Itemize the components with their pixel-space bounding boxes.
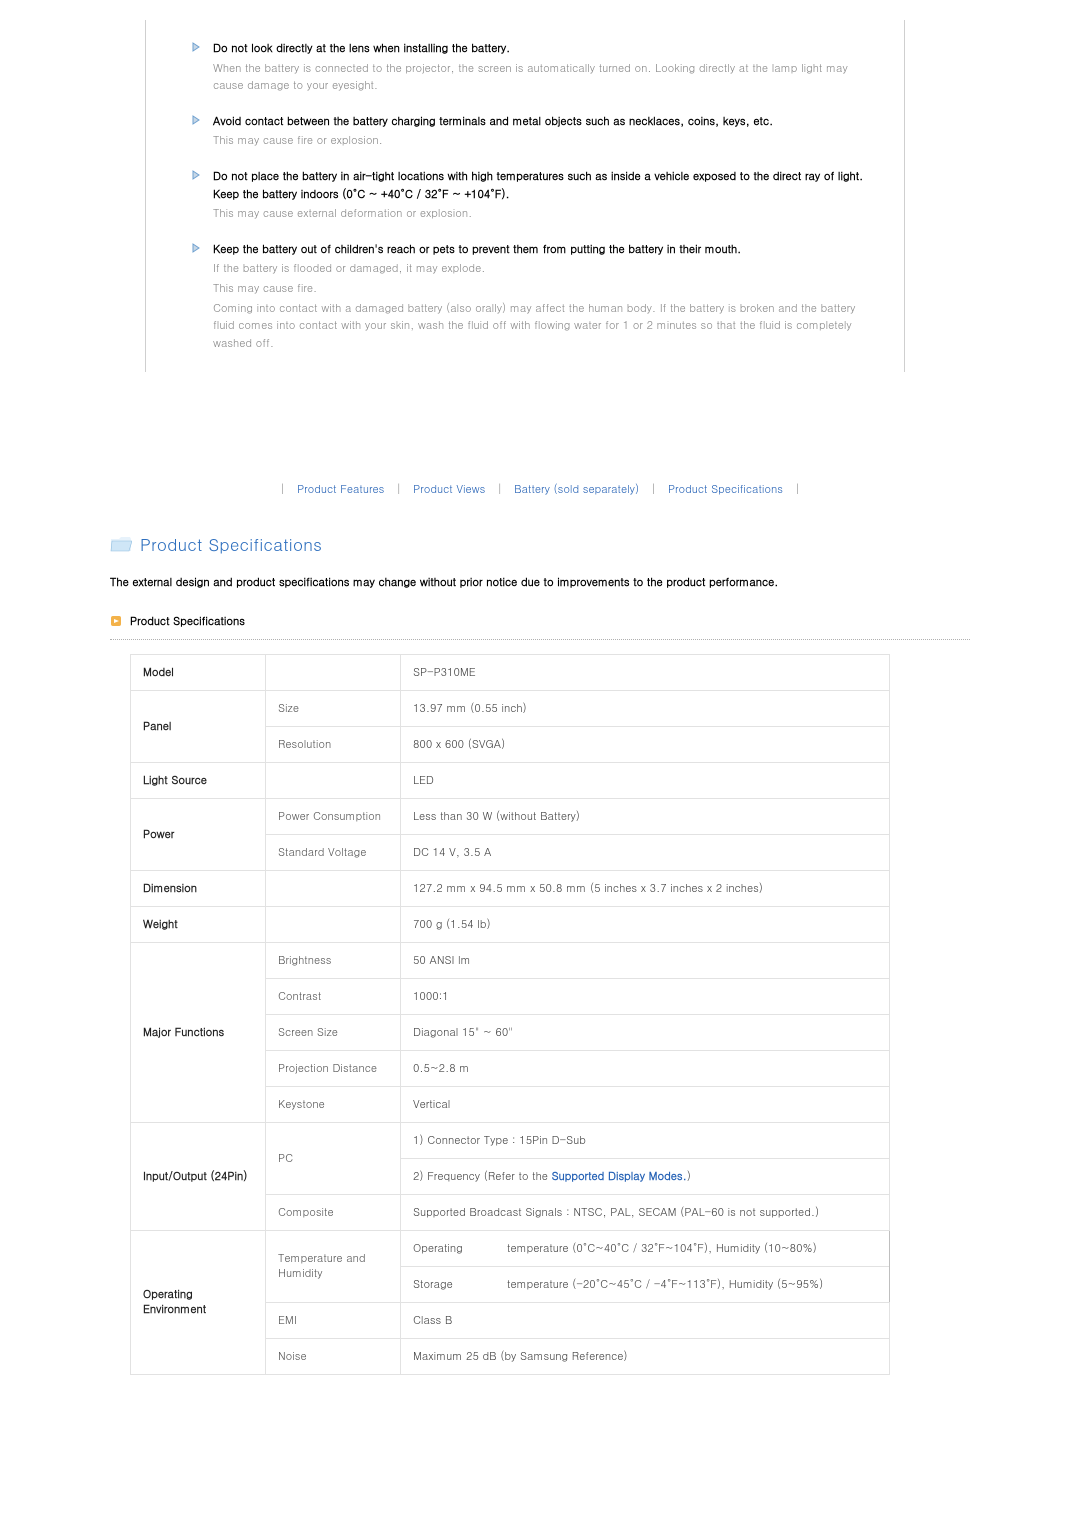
spec-value: DC 14 V, 3.5 A bbox=[401, 834, 890, 870]
nav-link-views[interactable]: Product Views bbox=[413, 482, 485, 497]
spec-subheader: Resolution bbox=[266, 726, 401, 762]
spec-value: Supported Broadcast Signals : NTSC, PAL,… bbox=[401, 1194, 890, 1230]
spec-value: 2) Frequency (Refer to the Supported Dis… bbox=[401, 1158, 890, 1194]
safety-item: Avoid contact between the battery chargi… bbox=[191, 113, 869, 150]
spec-row-header: Power bbox=[131, 798, 266, 870]
spec-subheader: Keystone bbox=[266, 1086, 401, 1122]
safety-desc: If the battery is flooded or damaged, it… bbox=[213, 260, 869, 278]
spec-value: 50 ANSI lm bbox=[401, 942, 890, 978]
divider bbox=[110, 639, 970, 640]
spec-value: 1000:1 bbox=[401, 978, 890, 1014]
spec-subheader: Temperature and Humidity bbox=[266, 1230, 401, 1302]
env-label: Storage bbox=[401, 1266, 495, 1302]
safety-item: Do not look directly at the lens when in… bbox=[191, 40, 869, 95]
folder-icon bbox=[110, 535, 132, 553]
table-row: Operating Environment Temperature and Hu… bbox=[131, 1230, 890, 1302]
table-row: Power Power Consumption Less than 30 W (… bbox=[131, 798, 890, 834]
spec-subheader: PC bbox=[266, 1122, 401, 1194]
section-nav: | Product Features | Product Views | Bat… bbox=[110, 482, 970, 497]
safety-warnings-box: Do not look directly at the lens when in… bbox=[145, 20, 905, 372]
spec-row-header: Weight bbox=[131, 906, 266, 942]
safety-title: Do not place the battery in air-tight lo… bbox=[213, 168, 869, 203]
spec-subheader: Contrast bbox=[266, 978, 401, 1014]
safety-title: Do not look directly at the lens when in… bbox=[213, 40, 869, 58]
table-row: Input/Output (24Pin) PC 1) Connector Typ… bbox=[131, 1122, 890, 1158]
nav-link-battery[interactable]: Battery (sold separately) bbox=[514, 482, 639, 497]
spec-row-header: Major Functions bbox=[131, 942, 266, 1122]
supported-modes-link[interactable]: Supported Display Modes. bbox=[552, 1169, 687, 1184]
section-header: Product Specifications bbox=[110, 532, 970, 556]
spec-subheader: Projection Distance bbox=[266, 1050, 401, 1086]
intro-note: The external design and product specific… bbox=[110, 574, 970, 592]
spec-value: 700 g (1.54 lb) bbox=[401, 906, 890, 942]
spec-value: SP-P310ME bbox=[401, 654, 890, 690]
spec-subheader: Power Consumption bbox=[266, 798, 401, 834]
subheader-text: Product Specifications bbox=[130, 614, 245, 629]
section-title: Product Specifications bbox=[140, 532, 322, 556]
safety-desc: This may cause fire or explosion. bbox=[213, 132, 773, 150]
safety-desc: When the battery is connected to the pro… bbox=[213, 60, 869, 95]
spec-row-header: Model bbox=[131, 654, 266, 690]
safety-item: Do not place the battery in air-tight lo… bbox=[191, 168, 869, 223]
env-value: temperature (0°C~40°C / 32°F~104°F), Hum… bbox=[495, 1231, 889, 1267]
table-row: Major Functions Brightness 50 ANSI lm bbox=[131, 942, 890, 978]
spec-value: 127.2 mm x 94.5 mm x 50.8 mm (5 inches x… bbox=[401, 870, 890, 906]
spec-subheader: Noise bbox=[266, 1338, 401, 1374]
spec-subheader: Standard Voltage bbox=[266, 834, 401, 870]
spec-value: 13.97 mm (0.55 inch) bbox=[401, 690, 890, 726]
spec-value: 1) Connector Type : 15Pin D-Sub bbox=[401, 1122, 890, 1158]
safety-title: Keep the battery out of children's reach… bbox=[213, 241, 869, 259]
spec-value: Class B bbox=[401, 1302, 890, 1338]
safety-desc: Coming into contact with a damaged batte… bbox=[213, 300, 869, 353]
spec-value: Vertical bbox=[401, 1086, 890, 1122]
spec-subheader: Size bbox=[266, 690, 401, 726]
spec-table: Model SP-P310ME Panel Size 13.97 mm (0.5… bbox=[130, 654, 890, 1375]
nav-link-specs[interactable]: Product Specifications bbox=[668, 482, 783, 497]
spec-row-header: Light Source bbox=[131, 762, 266, 798]
safety-item: Keep the battery out of children's reach… bbox=[191, 241, 869, 353]
spec-value: Maximum 25 dB (by Samsung Reference) bbox=[401, 1338, 890, 1374]
spec-subheader: EMI bbox=[266, 1302, 401, 1338]
spec-row-header: Dimension bbox=[131, 870, 266, 906]
bullet-arrow-icon bbox=[191, 42, 201, 95]
safety-title: Avoid contact between the battery chargi… bbox=[213, 113, 773, 131]
spec-value: 0.5~2.8 m bbox=[401, 1050, 890, 1086]
spec-subheader: Screen Size bbox=[266, 1014, 401, 1050]
spec-row-header: Input/Output (24Pin) bbox=[131, 1122, 266, 1230]
table-row: Weight 700 g (1.54 lb) bbox=[131, 906, 890, 942]
spec-subheader: Brightness bbox=[266, 942, 401, 978]
table-row: Panel Size 13.97 mm (0.55 inch) bbox=[131, 690, 890, 726]
subheader: Product Specifications bbox=[110, 614, 970, 629]
table-row: Model SP-P310ME bbox=[131, 654, 890, 690]
spec-subheader: Composite bbox=[266, 1194, 401, 1230]
safety-desc: This may cause external deformation or e… bbox=[213, 205, 869, 223]
bullet-arrow-icon bbox=[191, 170, 201, 223]
env-inner-table: Operating temperature (0°C~40°C / 32°F~1… bbox=[401, 1231, 889, 1302]
nav-link-features[interactable]: Product Features bbox=[297, 482, 384, 497]
table-row: Light Source LED bbox=[131, 762, 890, 798]
spec-value: Diagonal 15" ~ 60" bbox=[401, 1014, 890, 1050]
spec-value: Less than 30 W (without Battery) bbox=[401, 798, 890, 834]
bullet-arrow-icon bbox=[191, 115, 201, 150]
safety-desc: This may cause fire. bbox=[213, 280, 869, 298]
env-label: Operating bbox=[401, 1231, 495, 1267]
spec-value: LED bbox=[401, 762, 890, 798]
spec-row-header: Operating Environment bbox=[131, 1230, 266, 1374]
square-bullet-icon bbox=[110, 615, 122, 627]
table-row: Dimension 127.2 mm x 94.5 mm x 50.8 mm (… bbox=[131, 870, 890, 906]
env-value: temperature (-20°C~45°C / -4°F~113°F), H… bbox=[495, 1266, 889, 1302]
spec-value: 800 x 600 (SVGA) bbox=[401, 726, 890, 762]
spec-row-header: Panel bbox=[131, 690, 266, 762]
bullet-arrow-icon bbox=[191, 243, 201, 353]
